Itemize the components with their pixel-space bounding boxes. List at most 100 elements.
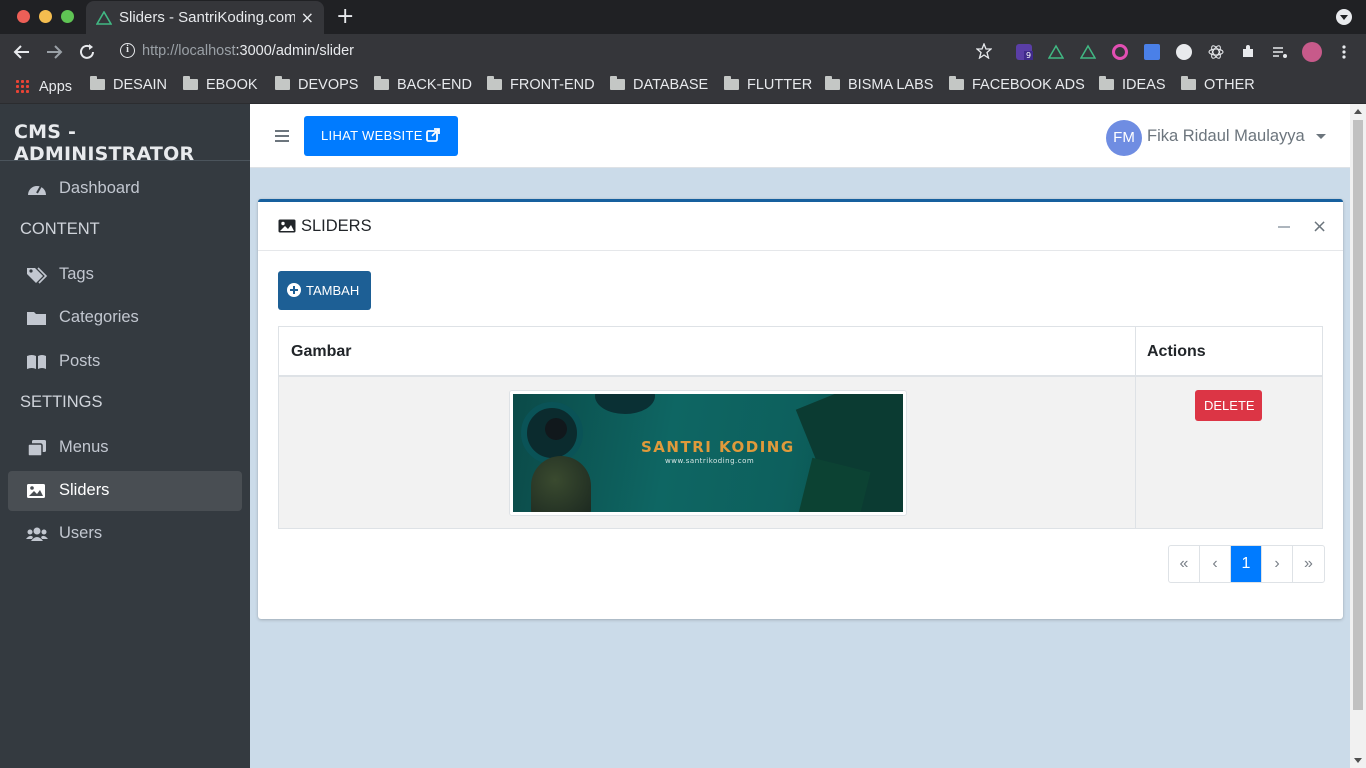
folder-icon <box>1181 76 1196 90</box>
extensions-puzzle-icon[interactable] <box>1240 44 1256 60</box>
sidebar-item-posts[interactable]: Posts <box>8 342 242 382</box>
sidebar-item-tags[interactable]: Tags <box>8 255 242 295</box>
bookmark-label: BISMA LABS <box>848 77 934 93</box>
vue-devtools-icon[interactable] <box>1048 44 1064 60</box>
color-picker-icon[interactable] <box>1112 44 1128 60</box>
extension-badge-icon[interactable]: 9 <box>1016 44 1034 60</box>
slider-banner-image: SANTRI KODING www.santrikoding.com <box>513 394 903 512</box>
tab-title: Sliders - SantriKoding.com <box>119 9 295 26</box>
pagination-next[interactable]: › <box>1262 546 1293 582</box>
sliders-table: Gambar Actions SANTRI KODING www.santrik… <box>278 326 1323 529</box>
tags-icon <box>27 267 48 284</box>
maximize-window-button[interactable] <box>61 10 74 23</box>
pagination-prev[interactable]: ‹ <box>1200 546 1231 582</box>
bookmark-label: DESAIN <box>113 77 167 93</box>
bookmark-folder[interactable]: OTHER <box>1181 76 1255 93</box>
table-row: SANTRI KODING www.santrikoding.com DELET… <box>279 377 1322 528</box>
card-header: SLIDERS × <box>258 202 1343 251</box>
bookmark-star-icon[interactable] <box>976 43 992 59</box>
image-icon <box>27 484 45 498</box>
scroll-up-icon[interactable] <box>1354 109 1362 114</box>
banner-subtitle: www.santrikoding.com <box>665 457 755 465</box>
pagination-last[interactable]: » <box>1293 546 1324 582</box>
folder-icon <box>183 76 198 90</box>
translate-icon[interactable] <box>1144 44 1160 60</box>
pagination-page-1[interactable]: 1 <box>1231 546 1262 582</box>
sidebar-item-dashboard[interactable]: Dashboard <box>8 169 242 209</box>
tachometer-icon <box>28 185 46 195</box>
bookmark-folder[interactable]: BACK-END <box>374 76 472 93</box>
avatar[interactable]: FM <box>1106 120 1142 156</box>
bookmark-folder[interactable]: DATABASE <box>610 76 708 93</box>
nav-header-settings: SETTINGS <box>20 393 103 411</box>
forward-icon[interactable] <box>45 43 63 61</box>
sidebar-item-label: Users <box>59 524 103 542</box>
close-window-button[interactable] <box>17 10 30 23</box>
add-slider-button[interactable]: TAMBAH <box>278 271 371 310</box>
nuxt-devtools-icon[interactable] <box>1080 44 1096 60</box>
page-scrollbar[interactable] <box>1350 104 1366 768</box>
delete-button[interactable]: DELETE <box>1195 390 1262 421</box>
pagination-first[interactable]: « <box>1169 546 1200 582</box>
column-header-gambar: Gambar <box>279 327 1135 377</box>
address-bar[interactable]: http://localhost:3000/admin/slider <box>142 43 354 59</box>
bookmark-folder[interactable]: IDEAS <box>1099 76 1166 93</box>
sidebar-item-users[interactable]: Users <box>8 514 242 554</box>
brand[interactable]: CMS - ADMINISTRATOR <box>0 104 250 165</box>
folder-icon <box>724 76 739 90</box>
brand-text: CMS - ADMINISTRATOR <box>14 121 195 165</box>
delete-button-label: DELETE <box>1204 398 1255 413</box>
folder-icon <box>949 76 964 90</box>
minimize-window-button[interactable] <box>39 10 52 23</box>
site-info-icon[interactable]: i <box>120 43 135 58</box>
react-devtools-icon[interactable] <box>1208 44 1224 60</box>
clone-icon <box>27 440 46 457</box>
folder-icon <box>487 76 502 90</box>
bookmark-label: DEVOPS <box>298 77 359 93</box>
sidebar-item-sliders[interactable]: Sliders <box>8 471 242 511</box>
browser-tab[interactable]: Sliders - SantriKoding.com × <box>86 1 324 34</box>
close-card-icon[interactable]: × <box>1312 216 1327 237</box>
sidebar-item-categories[interactable]: Categories <box>8 298 242 338</box>
media-queue-icon[interactable] <box>1272 44 1288 60</box>
extension-circle-icon[interactable] <box>1176 44 1192 60</box>
apps-grid-icon <box>15 79 29 93</box>
browser-toolbar: i http://localhost:3000/admin/slider <box>0 34 1366 70</box>
bookmark-label: FACEBOOK ADS <box>972 77 1085 93</box>
sliders-card: SLIDERS × TAMBAH Gambar Actions SANTRI K… <box>258 199 1343 619</box>
external-link-icon <box>426 128 440 142</box>
reload-icon[interactable] <box>78 43 96 61</box>
column-divider <box>1135 327 1136 528</box>
profile-avatar[interactable] <box>1302 42 1322 62</box>
close-tab-icon[interactable]: × <box>301 8 314 27</box>
pagination: « ‹ 1 › » <box>1168 545 1325 583</box>
bookmark-label: IDEAS <box>1122 77 1166 93</box>
browser-menu-icon[interactable] <box>1336 44 1352 60</box>
view-website-button[interactable]: LIHAT WEBSITE <box>304 116 458 156</box>
bookmark-folder[interactable]: FACEBOOK ADS <box>949 76 1085 93</box>
new-tab-button[interactable]: + <box>336 4 354 29</box>
plus-circle-icon <box>287 283 301 297</box>
hamburger-menu-icon[interactable] <box>275 130 289 142</box>
bookmark-apps[interactable]: Apps <box>15 77 72 95</box>
sidebar-item-label: Sliders <box>59 481 110 499</box>
back-icon[interactable] <box>13 43 31 61</box>
bookmark-folder[interactable]: BISMA LABS <box>825 76 934 93</box>
chrome-profile-menu-icon[interactable] <box>1336 9 1352 25</box>
url-path: :3000/admin/slider <box>235 43 355 59</box>
chevron-down-icon[interactable] <box>1316 134 1326 139</box>
scroll-down-icon[interactable] <box>1354 758 1362 763</box>
collapse-card-icon[interactable] <box>1278 226 1290 228</box>
user-name[interactable]: Fika Ridaul Maulayya <box>1147 127 1305 146</box>
bookmark-folder[interactable]: FLUTTER <box>724 76 813 93</box>
bookmark-folder[interactable]: FRONT-END <box>487 76 595 93</box>
bookmark-folder[interactable]: EBOOK <box>183 76 258 93</box>
nuxt-logo-icon <box>96 11 112 25</box>
bookmark-folder[interactable]: DEVOPS <box>275 76 359 93</box>
bookmark-folder[interactable]: DESAIN <box>90 76 167 93</box>
bookmark-label: FLUTTER <box>747 77 813 93</box>
sidebar-item-label: Menus <box>59 438 109 456</box>
card-title: SLIDERS <box>301 217 372 235</box>
sidebar-item-menus[interactable]: Menus <box>8 428 242 468</box>
scrollbar-thumb[interactable] <box>1353 120 1363 710</box>
